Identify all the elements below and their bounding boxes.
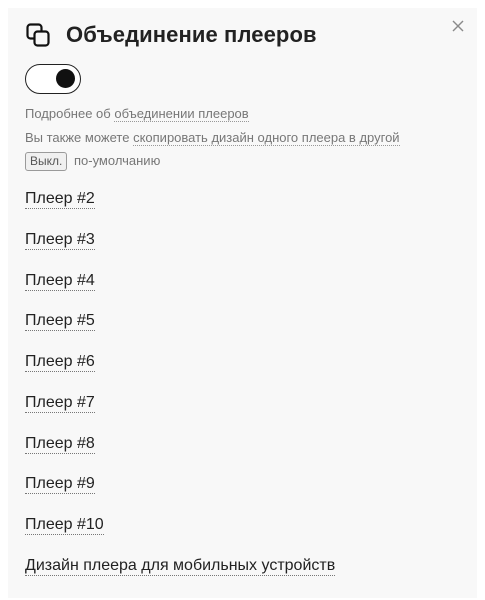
info-line-copy: Вы также можете скопировать дизайн одног…	[25, 130, 400, 146]
close-icon[interactable]	[449, 17, 467, 35]
merge-details-link[interactable]: объединении плееров	[114, 106, 249, 122]
off-badge[interactable]: Выкл.	[25, 152, 68, 171]
player-link-10[interactable]: Плеер #10	[25, 516, 104, 535]
list-item: Плеер #8	[25, 434, 335, 476]
player-link-6[interactable]: Плеер #6	[25, 353, 95, 372]
copy-prefix: Вы также можете	[25, 130, 130, 145]
player-link-3[interactable]: Плеер #3	[25, 230, 95, 250]
list-item: Плеер #3	[25, 230, 335, 272]
player-link-9[interactable]: Плеер #9	[25, 475, 95, 495]
page-title: Объединение плееров	[66, 22, 317, 47]
list-item: Плеер #2	[25, 190, 335, 231]
default-suffix: по-умолчанию	[73, 153, 161, 168]
player-link-4[interactable]: Плеер #4	[25, 271, 95, 291]
list-item: Плеер #7	[25, 393, 335, 435]
list-item: Плеер #6	[25, 353, 335, 394]
player-link-8[interactable]: Плеер #8	[25, 434, 95, 454]
player-link-7[interactable]: Плеер #7	[25, 393, 95, 413]
info-line-default: Выкл. по-умолчанию	[25, 152, 160, 171]
player-list: Плеер #2 Плеер #3 Плеер #4 Плеер #5 Плее…	[25, 190, 336, 598]
merge-toggle[interactable]	[25, 64, 81, 94]
panel-header: Объединение плееров	[25, 22, 317, 48]
list-item: Плеер #5	[25, 312, 335, 353]
player-link-5[interactable]: Плеер #5	[25, 312, 95, 332]
toggle-knob	[56, 69, 75, 88]
copy-design-link[interactable]: скопировать дизайн одного плеера в друго…	[133, 130, 400, 146]
list-item: Плеер #4	[25, 271, 335, 313]
list-item: Плеер #9	[25, 475, 335, 516]
mobile-design-link[interactable]: Дизайн плеера для мобильных устройств	[25, 556, 336, 576]
player-link-2[interactable]: Плеер #2	[25, 190, 95, 209]
info-prefix: Подробнее об	[25, 106, 111, 121]
info-line-details: Подробнее об объединении плееров	[25, 106, 249, 122]
list-item: Плеер #10	[25, 516, 335, 557]
copy-icon	[26, 23, 50, 47]
list-item: Дизайн плеера для мобильных устройств	[25, 556, 336, 598]
